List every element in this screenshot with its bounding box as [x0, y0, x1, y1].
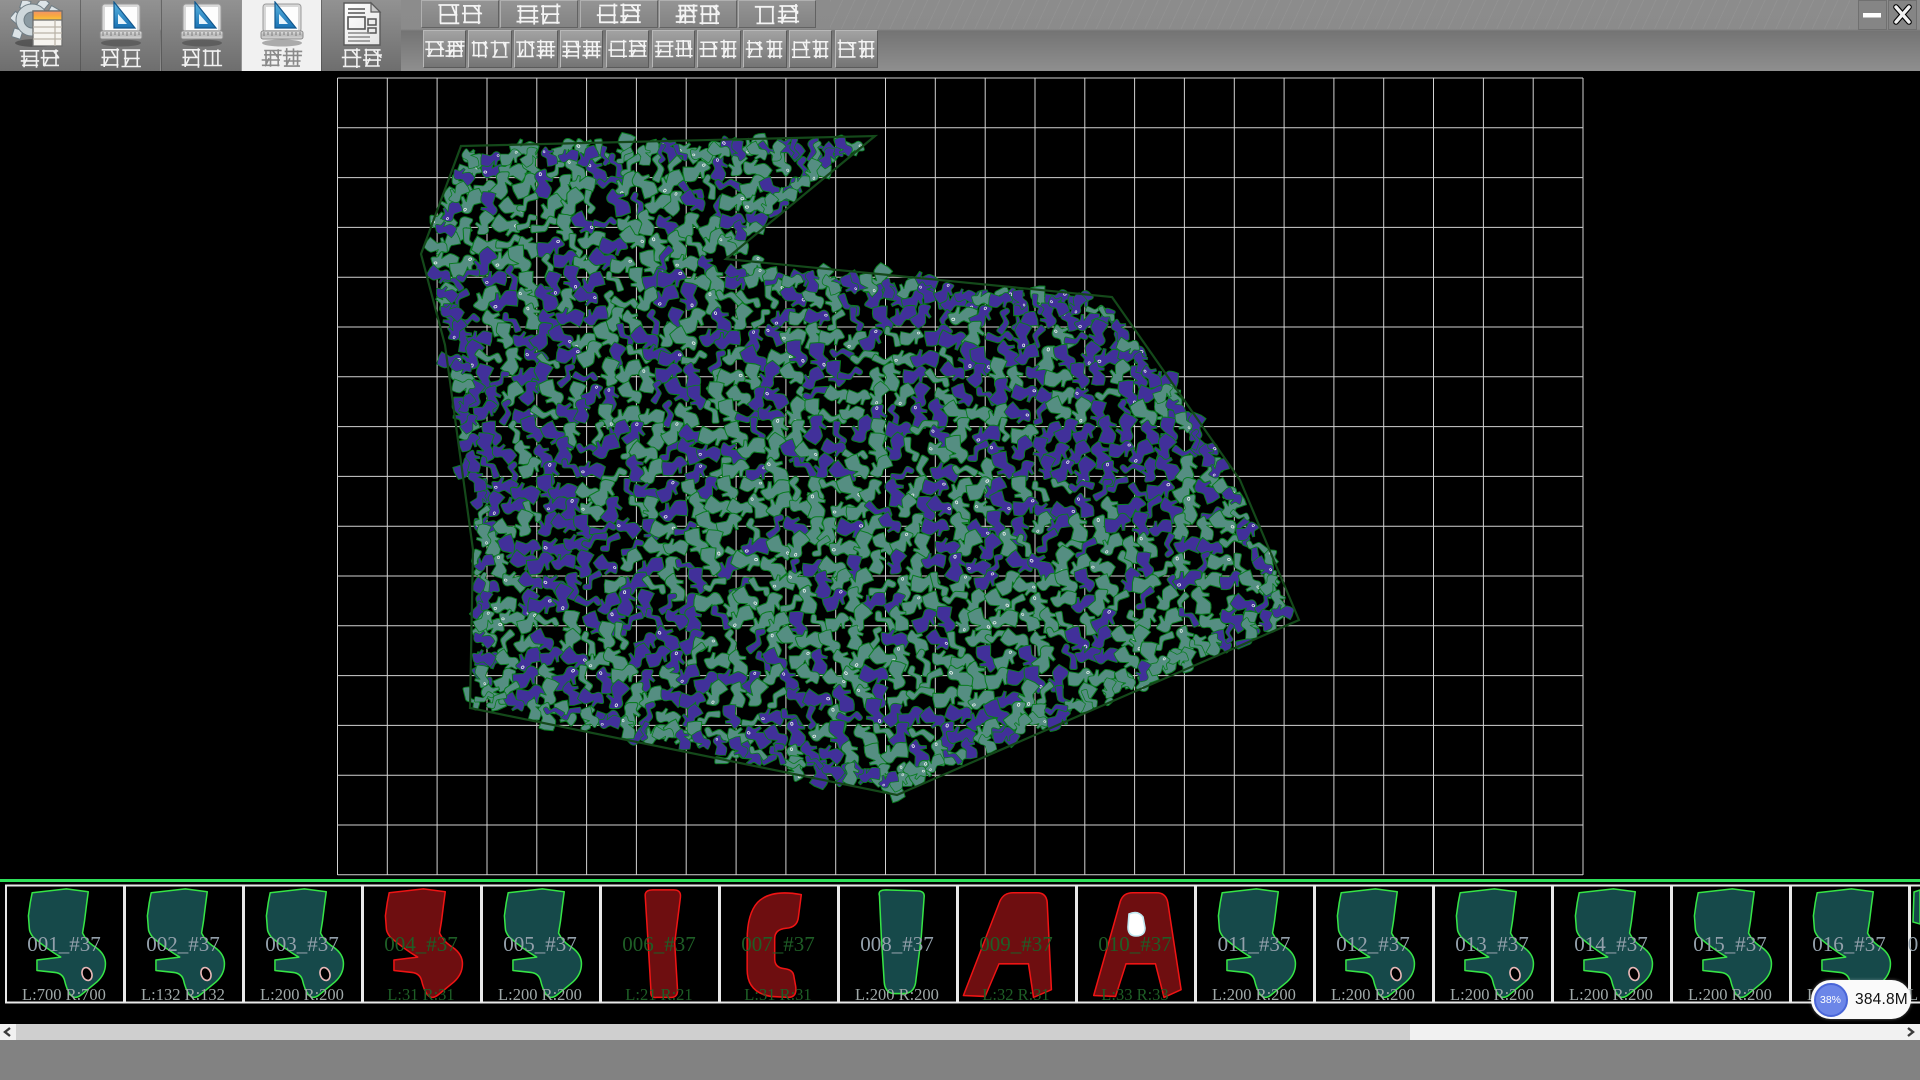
svg-text:L:200 R:200: L:200 R:200 — [1331, 985, 1415, 1004]
svg-text:016_#37: 016_#37 — [1812, 932, 1886, 956]
svg-text:012_#37: 012_#37 — [1336, 932, 1410, 956]
svg-text:L:200 R:200: L:200 R:200 — [260, 985, 344, 1004]
svg-text:L:700 R:700: L:700 R:700 — [22, 985, 106, 1004]
svg-text:011_#37: 011_#37 — [1218, 932, 1291, 956]
svg-text:L:21 R:21: L:21 R:21 — [625, 985, 692, 1004]
svg-text:006_#37: 006_#37 — [622, 932, 696, 956]
svg-text:010_#37: 010_#37 — [1098, 932, 1172, 956]
svg-text:004_#37: 004_#37 — [384, 932, 458, 956]
svg-text:L:32 R:31: L:32 R:31 — [982, 985, 1049, 1004]
svg-text:L:132 R:132: L:132 R:132 — [141, 985, 225, 1004]
svg-text:L:31 R:31: L:31 R:31 — [387, 985, 454, 1004]
svg-text:L:200 R:200: L:200 R:200 — [1688, 985, 1772, 1004]
svg-text:L:200 R:200: L:200 R:200 — [498, 985, 582, 1004]
svg-text:001_#37: 001_#37 — [27, 932, 101, 956]
svg-text:L:200 R:200: L:200 R:200 — [1569, 985, 1653, 1004]
svg-text:007_#37: 007_#37 — [741, 932, 815, 956]
svg-text:L:200 R:200: L:200 R:200 — [855, 985, 939, 1004]
svg-text:003_#37: 003_#37 — [265, 932, 339, 956]
svg-text:L:31 R:31: L:31 R:31 — [744, 985, 811, 1004]
svg-text:013_#37: 013_#37 — [1455, 932, 1529, 956]
svg-text:002_#37: 002_#37 — [146, 932, 220, 956]
svg-text:L:200 R:200: L:200 R:200 — [1450, 985, 1534, 1004]
svg-text:014_#37: 014_#37 — [1574, 932, 1648, 956]
svg-text:0: 0 — [1908, 932, 1919, 956]
svg-text:L:33 R:33: L:33 R:33 — [1101, 985, 1168, 1004]
svg-text:015_#37: 015_#37 — [1693, 932, 1767, 956]
svg-text:009_#37: 009_#37 — [979, 932, 1053, 956]
svg-text:008_#37: 008_#37 — [860, 932, 934, 956]
svg-text:L:200 R:200: L:200 R:200 — [1212, 985, 1296, 1004]
svg-text:005_#37: 005_#37 — [503, 932, 577, 956]
